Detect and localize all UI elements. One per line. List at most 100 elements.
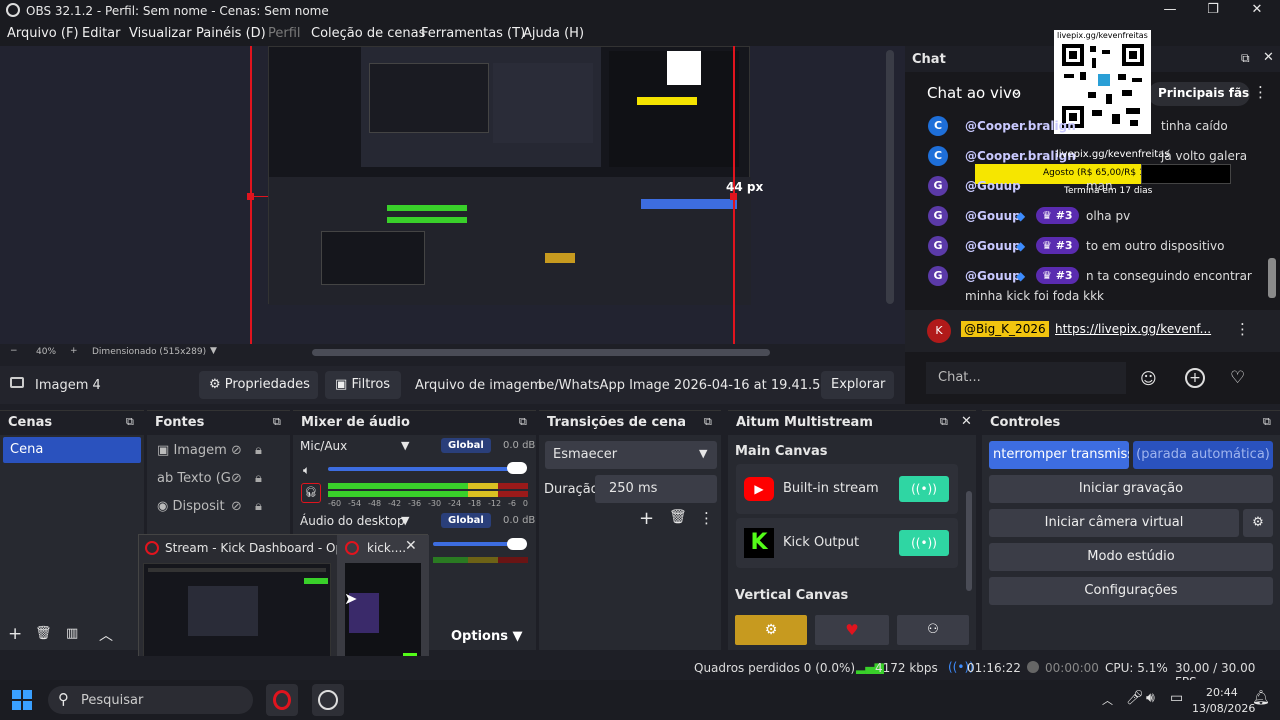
- menu-file[interactable]: Arquivo (F): [7, 26, 79, 41]
- resize-handle[interactable]: [247, 193, 254, 200]
- chat-username[interactable]: @Gouup: [965, 239, 1021, 253]
- pinned-link[interactable]: https://livepix.gg/kevenf...: [1055, 322, 1211, 336]
- discord-button[interactable]: ⚇: [897, 615, 969, 645]
- menu-help[interactable]: Ajuda (H): [523, 26, 584, 41]
- more-icon[interactable]: ⋮: [1235, 320, 1250, 338]
- clock-date[interactable]: 13/08/2026: [1192, 702, 1255, 715]
- preview-vscrollbar[interactable]: [886, 50, 894, 304]
- start-virtual-camera-button[interactable]: Iniciar câmera virtual: [989, 509, 1239, 537]
- search-box[interactable]: ⚲ Pesquisar: [48, 686, 253, 714]
- settings-button[interactable]: ⚙: [735, 615, 807, 645]
- chat-username[interactable]: @Gouup: [965, 209, 1021, 223]
- chat-scrollbar[interactable]: [1268, 258, 1276, 298]
- chevron-up-icon[interactable]: ︿: [99, 625, 113, 645]
- properties-button[interactable]: ⚙ Propriedades: [199, 371, 318, 399]
- close-icon[interactable]: ✕: [1242, 2, 1272, 20]
- minimize-icon[interactable]: —: [1155, 2, 1185, 20]
- donate-button[interactable]: ♥: [815, 615, 889, 645]
- pinned-message[interactable]: K @Big_K_2026 https://livepix.gg/kevenf.…: [905, 310, 1280, 352]
- lock-icon[interactable]: 🔒︎: [255, 499, 262, 514]
- more-icon[interactable]: ⋮: [1253, 83, 1268, 101]
- lock-icon[interactable]: 🔒︎: [255, 443, 262, 458]
- speaker-icon[interactable]: 🔊︎: [1146, 690, 1155, 706]
- window-thumbnail-title[interactable]: Stream - Kick Dashboard - Opera: [165, 541, 363, 555]
- transition-select[interactable]: Esmaecer ▼: [545, 441, 717, 469]
- plus-icon[interactable]: +: [1185, 368, 1205, 388]
- studio-mode-button[interactable]: Modo estúdio: [989, 543, 1273, 571]
- float-icon[interactable]: ⧉: [704, 415, 712, 429]
- float-icon[interactable]: ⧉: [940, 415, 948, 429]
- clock-time[interactable]: 20:44: [1206, 686, 1238, 699]
- more-icon[interactable]: ⋮: [699, 509, 714, 527]
- scene-item[interactable]: Cena: [3, 437, 141, 463]
- zoom-out-button[interactable]: −: [10, 346, 18, 356]
- chevron-down-icon[interactable]: ▼: [401, 514, 409, 527]
- virtual-camera-settings-button[interactable]: ⚙: [1243, 509, 1273, 537]
- preview-hscrollbar[interactable]: [312, 349, 770, 356]
- volume-slider-handle[interactable]: [507, 538, 527, 550]
- window-thumbnail[interactable]: [143, 563, 331, 663]
- hidden-eye-icon[interactable]: ⊘: [231, 443, 242, 458]
- add-icon[interactable]: +: [8, 624, 22, 644]
- file-path-field[interactable]: be/WhatsApp Image 2026-04-16 at 19.41.57…: [538, 378, 861, 393]
- speaker-icon[interactable]: 🔈︎: [303, 463, 310, 478]
- volume-slider[interactable]: [328, 467, 518, 471]
- menu-scene-collection[interactable]: Coleção de cenas: [311, 26, 425, 41]
- chat-input[interactable]: Chat...: [926, 362, 1126, 394]
- stream-toggle-button[interactable]: ((•)): [899, 530, 949, 556]
- close-icon[interactable]: ✕: [961, 414, 972, 429]
- float-icon[interactable]: ⧉: [273, 415, 281, 429]
- chat-username[interactable]: @Cooper.bralign: [965, 119, 1076, 133]
- chevron-up-icon[interactable]: ︿: [1102, 692, 1113, 708]
- battery-icon[interactable]: ▭: [1170, 690, 1183, 706]
- hidden-eye-icon[interactable]: ⊘: [231, 471, 242, 486]
- float-icon[interactable]: ⧉: [126, 415, 134, 429]
- menu-view[interactable]: Visualizar: [129, 26, 192, 41]
- emoji-icon[interactable]: ☺: [1140, 369, 1157, 388]
- close-icon[interactable]: ✕: [405, 538, 417, 554]
- live-chat-label[interactable]: Chat ao vivo: [927, 84, 1021, 102]
- chat-username[interactable]: @Gouup: [965, 179, 1021, 193]
- menu-edit[interactable]: Editar: [82, 26, 121, 41]
- hidden-eye-icon[interactable]: ⊘: [231, 499, 242, 514]
- browse-button[interactable]: Explorar: [821, 371, 894, 399]
- zoom-in-button[interactable]: +: [70, 346, 78, 356]
- duration-field[interactable]: 250 ms: [595, 475, 717, 503]
- source-item[interactable]: ab Texto (G: [157, 471, 231, 486]
- menu-docks[interactable]: Painéis (D): [196, 26, 266, 41]
- taskbar-opera[interactable]: [266, 684, 298, 716]
- float-icon[interactable]: ⧉: [519, 415, 527, 429]
- trash-icon[interactable]: 🗑︎: [669, 509, 687, 525]
- maximize-icon[interactable]: ❐: [1198, 2, 1228, 20]
- volume-slider-handle[interactable]: [507, 462, 527, 474]
- stop-streaming-button[interactable]: nterromper transmissão: [989, 441, 1129, 469]
- lock-icon[interactable]: 🔒︎: [255, 471, 262, 486]
- options-button[interactable]: Options ▼: [451, 629, 522, 644]
- menu-tools[interactable]: Ferramentas (T): [421, 26, 525, 41]
- float-icon[interactable]: ⧉: [1263, 415, 1271, 429]
- monitor-icon[interactable]: 🎧︎: [301, 483, 321, 503]
- scrollbar[interactable]: [966, 491, 972, 591]
- microphone-icon[interactable]: 🎤︎: [1126, 690, 1144, 706]
- scene-canvas[interactable]: [268, 46, 751, 305]
- resize-handle[interactable]: [730, 193, 737, 200]
- source-item[interactable]: ◉ Disposit: [157, 499, 225, 514]
- notification-icon[interactable]: 🔔︎: [1252, 690, 1270, 706]
- chevron-down-icon[interactable]: ⌄: [1011, 84, 1022, 99]
- float-icon[interactable]: ⧉: [1241, 51, 1250, 66]
- heart-icon[interactable]: ♡: [1230, 368, 1245, 388]
- auto-stop-button[interactable]: (parada automática): [1133, 441, 1273, 469]
- scale-dropdown-icon[interactable]: ▼: [210, 346, 217, 356]
- taskbar-obs[interactable]: [312, 684, 344, 716]
- pinned-username[interactable]: @Big_K_2026: [961, 321, 1049, 337]
- start-recording-button[interactable]: Iniciar gravação: [989, 475, 1273, 503]
- settings-button[interactable]: Configurações: [989, 577, 1273, 605]
- menu-profile[interactable]: Perfil: [268, 26, 301, 41]
- add-icon[interactable]: +: [639, 508, 654, 529]
- close-icon[interactable]: ✕: [1263, 50, 1274, 65]
- chat-username[interactable]: @Gouup: [965, 269, 1021, 283]
- stream-toggle-button[interactable]: ((•)): [899, 476, 949, 502]
- trash-icon[interactable]: 🗑︎: [35, 626, 52, 641]
- filter-icon[interactable]: ▥: [66, 626, 78, 641]
- source-item[interactable]: ▣ Imagem: [157, 443, 227, 458]
